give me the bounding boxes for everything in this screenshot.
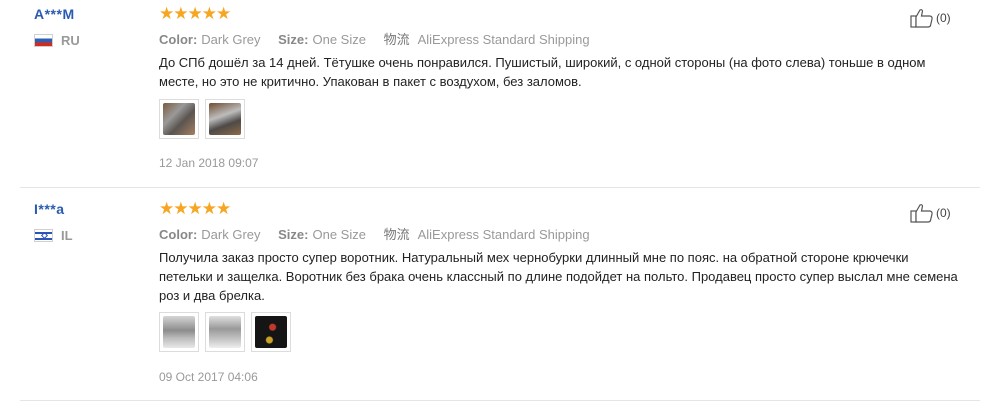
review-date: 12 Jan 2018 09:07	[159, 156, 259, 170]
review-text: Получила заказ просто супер воротник. На…	[159, 250, 958, 303]
flag-ru-icon	[34, 34, 53, 47]
review-photo[interactable]	[159, 312, 199, 352]
helpful-count: (0)	[936, 206, 951, 220]
review-photo[interactable]	[205, 99, 245, 139]
size-value: One Size	[312, 32, 366, 47]
helpful-count: (0)	[936, 11, 951, 25]
size-label: Size:	[278, 227, 309, 242]
product-info: Color: Dark Grey Size: One Size 物流 AliExpre…	[159, 29, 590, 48]
reviewer-name[interactable]: I***a	[34, 201, 65, 217]
review-divider	[20, 400, 980, 401]
photo-thumbnail	[163, 316, 195, 348]
country-code: RU	[61, 33, 80, 48]
shipping-method: AliExpress Standard Shipping	[417, 32, 590, 47]
review-date: 09 Oct 2017 04:06	[159, 370, 258, 384]
product-info: Color: Dark Grey Size: One Size 物流 AliExpre…	[159, 224, 590, 243]
helpful-button[interactable]: (0)	[910, 8, 951, 28]
size-label: Size:	[278, 32, 309, 47]
review-photo[interactable]	[251, 312, 291, 352]
star-rating: ★★★★★	[159, 199, 231, 218]
review-divider	[20, 187, 980, 188]
review-photo[interactable]	[159, 99, 199, 139]
size-value: One Size	[312, 227, 366, 242]
photo-thumbnail	[209, 103, 241, 135]
color-value: Dark Grey	[201, 32, 261, 47]
flag-il-icon	[34, 229, 53, 242]
shipping-method: AliExpress Standard Shipping	[417, 227, 590, 242]
reviewer-name[interactable]: A***M	[34, 6, 75, 22]
thumbs-up-icon	[910, 204, 933, 223]
review-photos	[159, 312, 291, 352]
color-label: Color:	[159, 32, 198, 47]
country-code: IL	[61, 228, 73, 243]
photo-thumbnail	[163, 103, 195, 135]
reviewer-country: RU	[34, 33, 80, 48]
shipping-icon: 物流	[383, 227, 410, 242]
review-text: До СПб дошёл за 14 дней. Тётушке очень п…	[159, 55, 926, 89]
color-label: Color:	[159, 227, 198, 242]
review-item: I***a IL ★★★★★ Color: Dark Grey Size: One …	[0, 195, 991, 385]
review-item: A***M RU ★★★★★ Color: Dark Grey Size: One …	[0, 0, 991, 190]
review-photo[interactable]	[205, 312, 245, 352]
photo-thumbnail	[255, 316, 287, 348]
photo-thumbnail	[209, 316, 241, 348]
helpful-button[interactable]: (0)	[910, 203, 951, 223]
review-photos	[159, 99, 245, 139]
color-value: Dark Grey	[201, 227, 261, 242]
thumbs-up-icon	[910, 9, 933, 28]
shipping-icon: 物流	[383, 32, 410, 47]
reviewer-country: IL	[34, 228, 73, 243]
star-rating: ★★★★★	[159, 4, 231, 23]
